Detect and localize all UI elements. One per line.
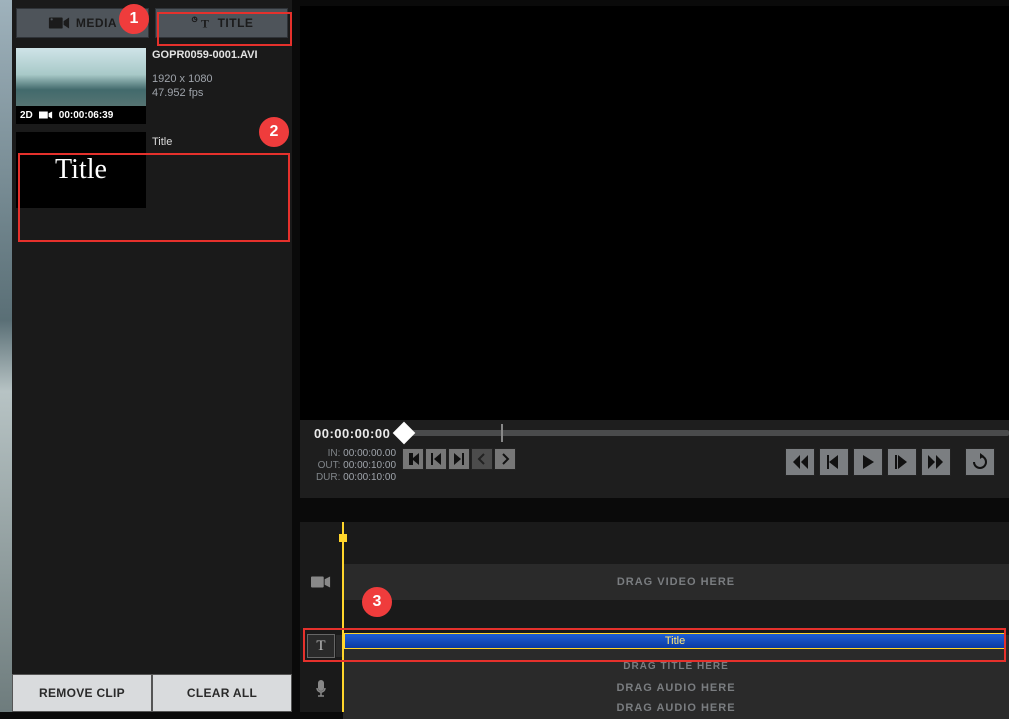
- transport-bar: 00:00:00:00 IN: 00:00:00.00 OUT: 00:00:1…: [300, 420, 1009, 498]
- marker-buttons: [402, 448, 516, 470]
- fast-forward-button[interactable]: [921, 448, 951, 476]
- set-in-button[interactable]: [402, 448, 424, 470]
- tab-media-label: MEDIA: [76, 16, 117, 30]
- callout-2: 2: [259, 117, 289, 147]
- timeline-playhead[interactable]: [342, 522, 344, 712]
- current-timecode: 00:00:00:00: [314, 426, 390, 441]
- audio-placeholder-2: DRAG AUDIO HERE: [616, 702, 735, 714]
- scrubber[interactable]: [398, 430, 1009, 436]
- title-clip-label: Title: [665, 635, 685, 647]
- timeline: DRAG VIDEO HERE Title T DRAG TITLE HERE …: [300, 522, 1009, 712]
- title-track-2-body[interactable]: DRAG TITLE HERE: [343, 655, 1009, 677]
- media-meta: GOPR0059-0001.AVI 1920 x 1080 47.952 fps: [152, 48, 288, 124]
- next-marker-button[interactable]: [494, 448, 516, 470]
- window-edge: [0, 0, 12, 712]
- video-placeholder: DRAG VIDEO HERE: [617, 576, 735, 588]
- camera-icon: [48, 15, 70, 31]
- title-label: Title: [152, 136, 172, 148]
- title-list-item[interactable]: Title Title: [12, 128, 292, 212]
- media-thumbnail: 2D 00:00:06:39: [16, 48, 146, 124]
- camera-small-icon: [39, 110, 53, 120]
- title-track-2[interactable]: DRAG TITLE HERE: [300, 655, 1009, 677]
- media-list-item[interactable]: 2D 00:00:06:39 GOPR0059-0001.AVI 1920 x …: [12, 44, 292, 128]
- dur-label: DUR:: [316, 472, 340, 483]
- step-back-button[interactable]: [819, 448, 849, 476]
- media-fps: 47.952 fps: [152, 86, 288, 100]
- title-placeholder: DRAG TITLE HERE: [623, 661, 729, 672]
- dur-value: 00:00:10:00: [343, 472, 396, 483]
- title-thumbnail: Title: [16, 132, 146, 208]
- video-track[interactable]: DRAG VIDEO HERE: [300, 564, 1009, 600]
- out-marker[interactable]: [501, 424, 503, 442]
- in-value: 00:00:00.00: [343, 448, 396, 459]
- title-clip[interactable]: Title: [344, 633, 1006, 649]
- go-in-button[interactable]: [425, 448, 447, 470]
- mode-badge: 2D: [20, 110, 33, 121]
- out-label: OUT:: [318, 460, 341, 471]
- asset-tab-row: MEDIA T TITLE: [12, 0, 292, 44]
- clear-all-button[interactable]: CLEAR ALL: [152, 674, 292, 712]
- callout-2-num: 2: [270, 123, 279, 141]
- callout-1: 1: [119, 4, 149, 34]
- preview-viewport: [300, 6, 1009, 420]
- rewind-button[interactable]: [785, 448, 815, 476]
- title-thumb-text: Title: [55, 154, 107, 186]
- loop-button[interactable]: [965, 448, 995, 476]
- out-value: 00:00:10:00: [343, 460, 396, 471]
- svg-text:T: T: [201, 17, 209, 31]
- media-filename: GOPR0059-0001.AVI: [152, 48, 288, 62]
- prev-marker-button[interactable]: [471, 448, 493, 470]
- video-track-icon: [300, 574, 342, 590]
- video-track-body[interactable]: DRAG VIDEO HERE: [343, 564, 1009, 600]
- callout-3-num: 3: [373, 593, 382, 611]
- audio-placeholder-1: DRAG AUDIO HERE: [616, 682, 735, 694]
- audio-track-2-body[interactable]: DRAG AUDIO HERE: [343, 697, 1009, 719]
- title-icon: T: [190, 15, 212, 31]
- step-forward-button[interactable]: [887, 448, 917, 476]
- tab-title[interactable]: T TITLE: [155, 8, 288, 38]
- audio-track-1[interactable]: DRAG AUDIO HERE: [300, 677, 1009, 699]
- asset-panel-actions: REMOVE CLIP CLEAR ALL: [12, 674, 292, 712]
- playhead-handle[interactable]: [393, 422, 416, 445]
- in-out-readout: IN: 00:00:00.00 OUT: 00:00:10:00 DUR: 00…: [314, 448, 396, 484]
- in-label: IN:: [328, 448, 341, 459]
- clear-all-label: CLEAR ALL: [187, 686, 257, 700]
- asset-panel: MEDIA T TITLE 2D 00:00:06:39 GOPR0059-00…: [12, 0, 292, 712]
- play-button[interactable]: [853, 448, 883, 476]
- go-out-button[interactable]: [448, 448, 470, 470]
- audio-track-2[interactable]: DRAG AUDIO HERE: [300, 697, 1009, 719]
- media-resolution: 1920 x 1080: [152, 72, 288, 86]
- callout-3: 3: [362, 587, 392, 617]
- remove-clip-label: REMOVE CLIP: [39, 686, 125, 700]
- playback-controls: [785, 448, 995, 476]
- callout-1-num: 1: [130, 10, 139, 28]
- audio-track-icon: [300, 679, 342, 697]
- remove-clip-button[interactable]: REMOVE CLIP: [12, 674, 152, 712]
- audio-track-1-body[interactable]: DRAG AUDIO HERE: [343, 677, 1009, 699]
- tab-title-label: TITLE: [218, 16, 254, 30]
- clip-duration: 00:00:06:39: [59, 110, 113, 121]
